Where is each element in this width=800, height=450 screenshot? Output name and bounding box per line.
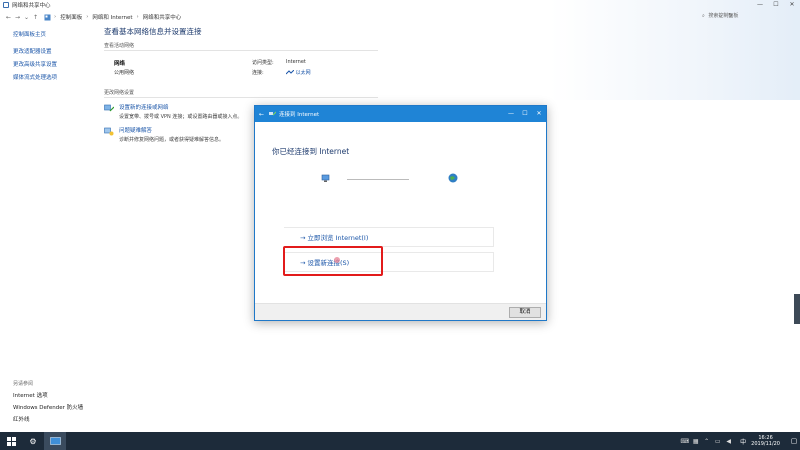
access-type-value: Internet [286,59,306,65]
forward-arrow-icon[interactable]: → [13,14,22,21]
breadcrumb-network-internet[interactable]: 网络和 Internet [92,13,132,21]
search-placeholder: 搜索控制面板 [708,13,739,19]
task-troubleshoot-title[interactable]: 问题疑难解答 [119,126,224,134]
browse-internet-option[interactable]: → 立即浏览 Internet(I) [284,227,494,247]
breadcrumb-separator: › [136,14,139,20]
recent-locations-icon[interactable]: ⌄ [22,14,31,21]
dialog-minimize-button[interactable]: — [504,106,518,122]
network-icon[interactable]: ▭ [713,438,722,445]
sidebar-item-media-streaming[interactable]: 媒体流式处理选项 [13,73,93,81]
dialog-back-icon[interactable]: ← [259,111,264,118]
network-name: 网络 [114,61,126,67]
breadcrumb-network-sharing-center[interactable]: 网络和共享中心 [143,13,182,21]
connection-value: 以太网 [295,70,311,76]
network-properties: 访问类型: Internet 连接: 以太网 [252,59,311,79]
sidebar-home-link[interactable]: 控制面板主页 [13,30,93,38]
ethernet-icon [285,69,295,75]
task-setup-connection-desc: 设置宽带、拨号或 VPN 连接；或设置路由器或接入点。 [119,114,243,120]
page-title: 查看基本网络信息并设置连接 [104,27,202,36]
see-also-defender-firewall[interactable]: Windows Defender 防火墙 [13,403,113,411]
globe-icon [448,173,458,183]
section-divider [104,50,378,51]
highlight-box [283,246,383,276]
maximize-button[interactable]: ☐ [768,0,784,10]
search-icon: ⌕ [702,13,705,19]
dialog-window-controls: — ☐ ✕ [504,106,546,122]
breadcrumb-separator: › [86,14,89,20]
ethernet-connection-link[interactable]: 以太网 [285,69,311,76]
mouse-cursor [334,257,340,263]
breadcrumb-control-panel[interactable]: 控制面板 [60,13,82,21]
troubleshoot-icon [104,127,114,136]
address-bar: ← → ⌄ ↑ › 控制面板 › 网络和 Internet › 网络和共享中心 … [0,10,800,24]
clock[interactable]: 16:26 2019/11/20 [751,435,780,447]
apps-icon[interactable]: ▦ [691,438,700,445]
control-panel-taskbar-icon [49,437,61,445]
input-method-icon[interactable]: ⌨ [680,438,689,445]
minimize-button[interactable]: — [752,0,768,10]
see-also-infrared[interactable]: 红外线 [13,415,113,423]
settings-taskbar-button[interactable]: ⚙ [22,432,44,450]
active-network-row: 网络 公用网络 访问类型: Internet 连接: 以太网 [104,59,404,83]
dialog-close-button[interactable]: ✕ [532,106,546,122]
window-controls: — ☐ ✕ [752,0,800,10]
start-button[interactable] [0,432,22,450]
system-tray: ⌨ ▦ ⌃ ▭ ◀ 中 16:26 2019/11/20 ▢ [680,432,800,450]
back-arrow-icon[interactable]: ← [4,14,13,21]
cancel-button[interactable]: 取消 [509,307,541,318]
taskbar: ⚙ ⌨ ▦ ⌃ ▭ ◀ 中 16:26 2019/11/20 ▢ [0,432,800,450]
task-troubleshoot-desc: 诊断并修复网络问题，或者获得疑难解答信息。 [119,137,225,143]
breadcrumb: › 控制面板 › 网络和 Internet › 网络和共享中心 [44,13,185,21]
dialog-footer: 取消 [255,303,546,320]
section-divider [104,97,378,98]
connection-label: 连接: [252,70,264,76]
window-titlebar: 网络和共享中心 — ☐ ✕ [0,0,800,10]
dialog-title: 连接到 Internet [279,112,320,118]
clock-date: 2019/11/20 [751,441,780,447]
sidebar-item-adapter-settings[interactable]: 更改适配器设置 [13,47,93,55]
connect-to-internet-dialog: ← 连接到 Internet — ☐ ✕ 你已经连接到 Internet → 立… [254,105,547,321]
network-center-app-icon [3,2,9,8]
computer-icon [321,174,330,182]
breadcrumb-separator: › [54,14,57,20]
volume-icon[interactable]: ◀ [724,438,733,445]
language-indicator[interactable]: 中 [740,437,746,446]
dialog-maximize-button[interactable]: ☐ [518,106,532,122]
side-panel-tab[interactable] [794,294,800,324]
chevron-up-icon[interactable]: ⌃ [702,438,711,445]
task-setup-connection-title[interactable]: 设置新的连接或网络 [119,103,242,111]
sidebar: 控制面板主页 更改适配器设置 更改高级共享设置 媒体流式处理选项 [13,30,93,86]
change-settings-label: 更改网络设置 [104,90,135,96]
access-type-label: 访问类型: [252,60,274,66]
see-also-internet-options[interactable]: Internet 选项 [13,391,113,399]
close-button[interactable]: ✕ [784,0,800,10]
active-networks-label: 查看活动网络 [104,43,135,49]
connection-diagram [321,173,461,185]
dialog-titlebar: ← 连接到 Internet — ☐ ✕ [255,106,546,122]
see-also-section: 另请参阅 Internet 选项 Windows Defender 防火墙 红外… [13,380,113,427]
window-title: 网络和共享中心 [12,3,51,9]
up-arrow-icon[interactable]: ↑ [31,14,40,21]
search-input[interactable]: ⌕ 搜索控制面板 [700,12,744,21]
control-panel-taskbar-button[interactable] [44,432,66,450]
network-connection-icon [269,111,277,116]
network-type: 公用网络 [114,70,135,76]
notification-icon[interactable]: ▢ [788,437,800,445]
new-connection-icon [104,104,114,112]
connection-line [347,179,409,180]
windows-logo-icon [6,436,16,446]
sidebar-item-advanced-sharing[interactable]: 更改高级共享设置 [13,60,93,68]
see-also-title: 另请参阅 [13,381,34,387]
dialog-heading: 你已经连接到 Internet [272,147,350,156]
gear-icon: ⚙ [29,436,37,446]
control-panel-icon [44,14,51,20]
